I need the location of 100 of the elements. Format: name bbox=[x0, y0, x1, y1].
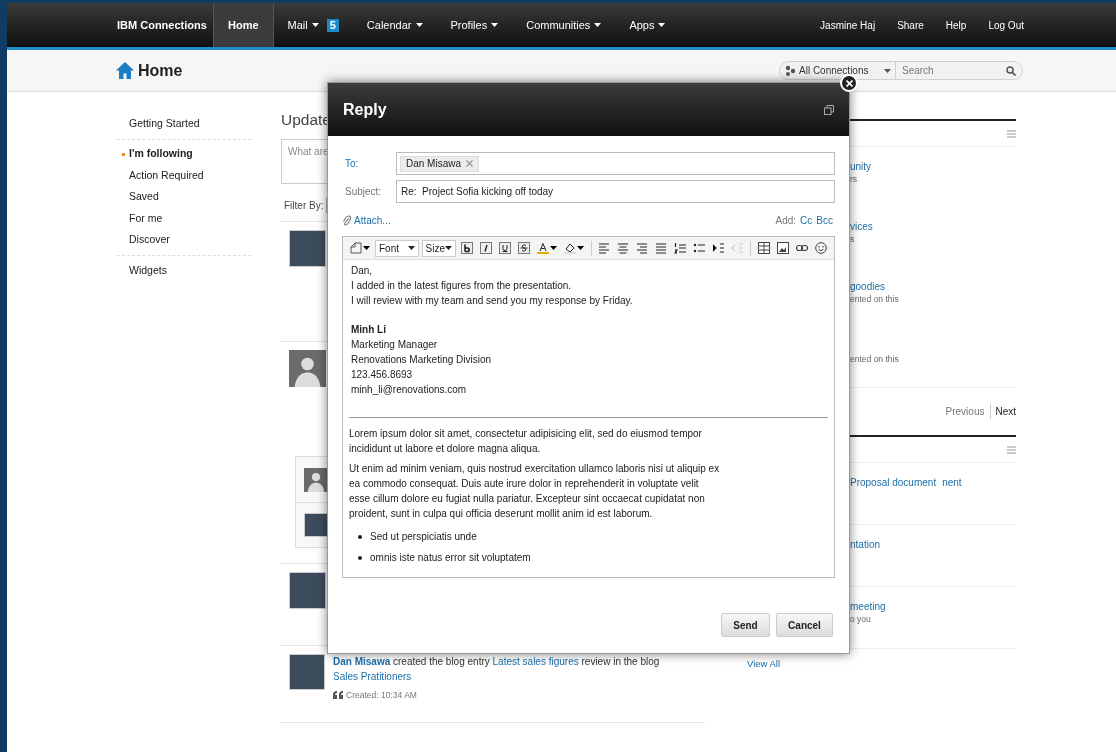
author-link[interactable]: Dan Misawa bbox=[333, 656, 391, 667]
message-editor[interactable] bbox=[342, 236, 835, 578]
indent-icon bbox=[712, 242, 725, 254]
bulleted-list-icon bbox=[693, 242, 706, 254]
restore-button[interactable] bbox=[824, 104, 834, 115]
photo-placeholder bbox=[289, 572, 326, 609]
close-icon bbox=[845, 79, 853, 87]
caret-icon bbox=[444, 246, 452, 250]
blog-entry-link[interactable]: Latest sales figures bbox=[492, 656, 579, 667]
blog-link[interactable]: Sales Pratitioners bbox=[333, 671, 412, 682]
activity-text: Dan Misawa created the blog entry Latest sales figures review in the blog Sales Pratitioners bbox=[333, 655, 660, 684]
sidebar-item[interactable]: For me bbox=[117, 208, 251, 230]
recipient-chip: Dan Misawa bbox=[400, 155, 480, 172]
size-dropdown[interactable]: Size bbox=[421, 239, 456, 257]
nav-tab[interactable]: Home bbox=[213, 3, 274, 47]
bcc-link[interactable]: Bcc bbox=[816, 212, 833, 228]
menu-icon bbox=[1007, 445, 1016, 454]
bold-icon bbox=[460, 242, 473, 254]
signature-line: Renovations Marketing Division bbox=[351, 353, 493, 367]
item-link[interactable]: unity bbox=[850, 159, 872, 173]
message-line: I added in the latest figures from the presentation. bbox=[351, 279, 573, 293]
sidebar-item[interactable]: Saved bbox=[117, 186, 251, 208]
to-field[interactable]: Dan Misawa bbox=[396, 152, 835, 175]
item-meta: ented on this bbox=[850, 353, 900, 366]
emoticon-button[interactable] bbox=[813, 239, 829, 257]
nav-tab[interactable]: Apps bbox=[615, 3, 680, 47]
bullet-icon bbox=[358, 555, 362, 560]
item-link[interactable]: meeting bbox=[850, 599, 886, 613]
text-color-icon bbox=[536, 242, 549, 254]
strikethrough-button[interactable] bbox=[515, 239, 532, 257]
item-link[interactable]: Proposal document bbox=[850, 475, 937, 489]
sidebar-item[interactable]: Action Required bbox=[117, 165, 251, 187]
subject-label: Subject: bbox=[344, 185, 383, 199]
underline-button[interactable] bbox=[496, 239, 513, 257]
item-meta: s bbox=[850, 233, 856, 246]
sidebar-item[interactable]: Getting Started bbox=[117, 113, 251, 135]
nav-link[interactable]: Jasmine Haj bbox=[820, 17, 876, 33]
item-link[interactable]: vices bbox=[850, 219, 873, 233]
subject-field[interactable]: Re: Project Sofia kicking off today bbox=[396, 180, 835, 203]
outdent-icon bbox=[731, 242, 744, 254]
caret-icon bbox=[576, 246, 584, 250]
justify-icon bbox=[655, 242, 668, 254]
created-time: Created: 10:34 AM bbox=[346, 689, 417, 702]
brand-name: IBM Connections bbox=[117, 17, 208, 33]
page-title: Home bbox=[138, 60, 183, 81]
item-link[interactable]: nent bbox=[942, 475, 962, 489]
quote-icon bbox=[333, 691, 343, 700]
avatar-silhouette bbox=[289, 350, 326, 387]
sidebar-item[interactable]: Widgets bbox=[117, 260, 251, 282]
send-button[interactable]: Send bbox=[721, 613, 770, 637]
dialog-title: Reply bbox=[343, 99, 387, 120]
sidebar-item[interactable]: Discover bbox=[117, 229, 251, 251]
emoticon-icon bbox=[815, 242, 827, 254]
add-label: Add: bbox=[775, 213, 797, 228]
avatar-silhouette bbox=[304, 467, 328, 492]
remove-icon bbox=[466, 160, 474, 167]
link-icon bbox=[796, 242, 808, 254]
signature-line: minh_li@renovations.com bbox=[351, 383, 468, 397]
image-button[interactable] bbox=[775, 239, 791, 257]
photo-placeholder bbox=[304, 513, 328, 537]
attach-link[interactable]: Attach... bbox=[342, 212, 391, 228]
paragraph-style-button[interactable] bbox=[348, 239, 372, 257]
view-all-link[interactable]: View All bbox=[747, 658, 781, 669]
next-link[interactable]: Next bbox=[991, 404, 1016, 419]
bold-button[interactable] bbox=[458, 239, 475, 257]
cancel-button[interactable]: Cancel bbox=[776, 613, 833, 637]
italic-button[interactable] bbox=[477, 239, 494, 257]
font-dropdown[interactable]: Font bbox=[375, 239, 419, 257]
caret-icon bbox=[363, 246, 370, 250]
previous-link[interactable]: Previous bbox=[945, 404, 992, 419]
message-line: I will review with my team and send you my response by Friday. bbox=[351, 294, 634, 308]
restore-icon bbox=[824, 104, 834, 115]
nav-link[interactable]: Log Out bbox=[988, 17, 1024, 33]
strikethrough-icon bbox=[517, 242, 530, 254]
item-meta: rs bbox=[850, 173, 859, 186]
to-label[interactable]: To: bbox=[342, 156, 396, 171]
underline-icon bbox=[498, 242, 511, 254]
nav-tab[interactable]: Calendar bbox=[352, 3, 437, 47]
italic-icon bbox=[479, 242, 492, 254]
nav-tab[interactable]: Communities bbox=[512, 3, 616, 47]
filter-label: Filter By: bbox=[284, 199, 324, 213]
quoted-paragraph: Ut enim ad minim veniam, quis nostrud exercitation ullamco laboris nisi ut aliquip ex ea commodo consequat. Duis aute irure dolor in reprehenderit in voluptate velit esse cillum dolore eu fugiat nulla pariatur. Excepteur sint occaecat cupidatat non proident, sunt in culpa qui officia deserunt mollit anim id est laborum. bbox=[349, 462, 721, 521]
nav-link[interactable]: Help bbox=[945, 17, 967, 33]
nav-tab[interactable]: Profiles bbox=[436, 3, 513, 47]
nav-tab[interactable]: Mail 5 bbox=[273, 3, 353, 47]
caret-icon bbox=[549, 246, 557, 250]
nav-link[interactable]: Share bbox=[897, 17, 924, 33]
photo-placeholder bbox=[289, 654, 325, 690]
item-meta: ented on this bbox=[850, 293, 900, 306]
item-link[interactable]: goodies bbox=[850, 279, 886, 293]
bullet-text: Sed ut perspiciatis unde bbox=[370, 530, 477, 544]
menu-icon bbox=[1007, 129, 1016, 138]
table-button[interactable] bbox=[756, 239, 772, 257]
image-icon bbox=[777, 242, 789, 254]
item-link[interactable]: ntation bbox=[850, 537, 881, 551]
sidebar-item[interactable]: I'm following bbox=[117, 143, 251, 165]
cc-link[interactable]: Cc bbox=[800, 212, 813, 228]
bullet-icon bbox=[358, 534, 362, 539]
message-line: Dan, bbox=[351, 264, 374, 278]
signature-line: Marketing Manager bbox=[351, 338, 439, 352]
